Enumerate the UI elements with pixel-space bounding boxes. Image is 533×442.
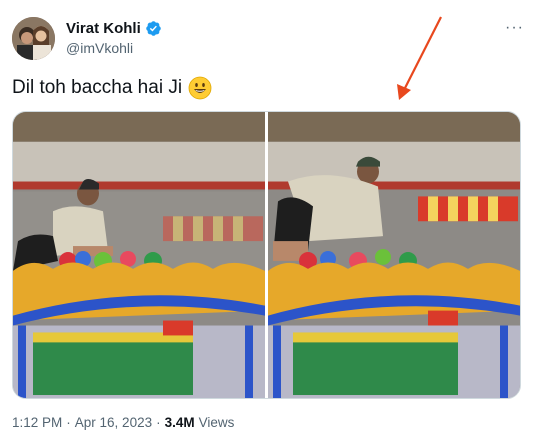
media-grid xyxy=(12,111,521,399)
author-avatar[interactable] xyxy=(12,17,55,60)
tweet-meta: 1:12 PM · Apr 16, 2023 · 3.4M Views xyxy=(12,415,234,430)
photo-2[interactable] xyxy=(268,112,520,398)
views-label: Views xyxy=(198,415,235,430)
tweet-text: Dil toh baccha hai Ji xyxy=(12,76,212,100)
verified-badge-icon xyxy=(145,21,161,36)
author-handle[interactable]: @imVkohli xyxy=(66,40,133,56)
author-name[interactable]: Virat Kohli xyxy=(66,20,141,37)
meta-separator: · xyxy=(156,415,161,430)
author-name-row[interactable]: Virat Kohli xyxy=(66,20,162,37)
more-options-icon[interactable]: ··· xyxy=(505,19,524,37)
tweet-body: Dil toh baccha hai Ji xyxy=(12,77,183,98)
grinning-face-emoji-icon xyxy=(188,76,212,100)
tweet-date[interactable]: Apr 16, 2023 xyxy=(75,415,152,430)
views-count[interactable]: 3.4M xyxy=(165,415,195,430)
tweet-time[interactable]: 1:12 PM xyxy=(12,415,62,430)
meta-separator: · xyxy=(66,415,71,430)
photo-1[interactable] xyxy=(13,112,265,398)
